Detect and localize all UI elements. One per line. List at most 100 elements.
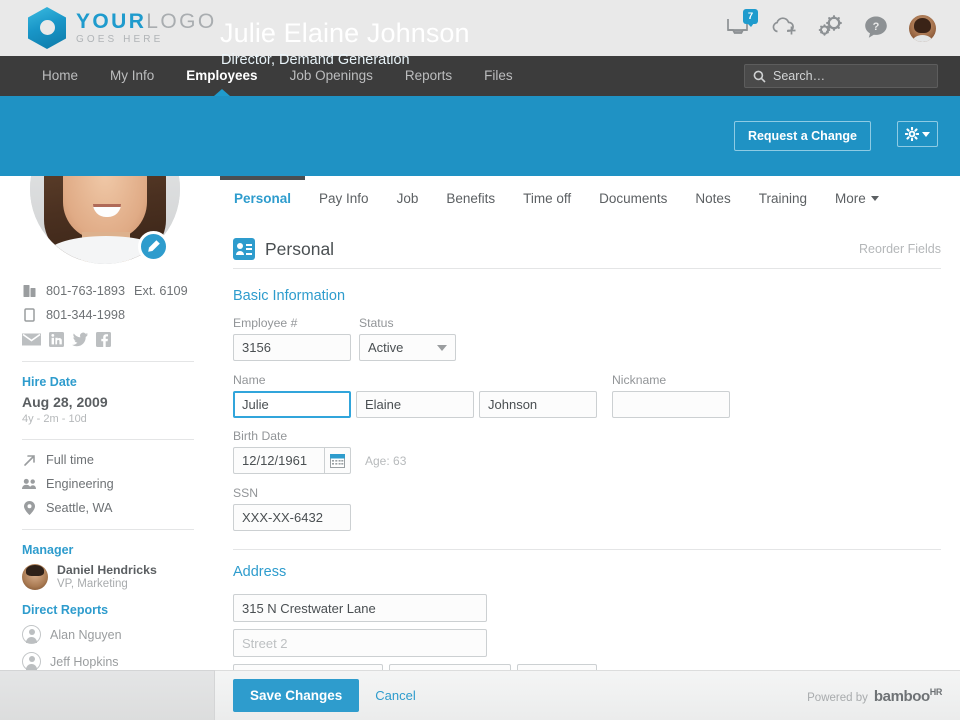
inbox-icon[interactable]: 7 (725, 15, 751, 41)
first-name-input[interactable] (233, 391, 351, 418)
mobile-phone-number: 801-344-1998 (46, 308, 125, 322)
birth-date-field: Birth Date Age: 63 (233, 429, 406, 474)
location-row: Seattle, WA (22, 501, 194, 515)
tab-benefits[interactable]: Benefits (432, 177, 509, 221)
middle-name-input[interactable] (356, 391, 474, 418)
department-row: Engineering (22, 477, 194, 491)
powered-by-label: Powered by (807, 692, 868, 704)
bamboohr-logo-name: bamboo (874, 688, 930, 705)
main-content: Personal Pay Info Job Benefits Time off … (215, 176, 960, 720)
search-placeholder: Search… (773, 69, 825, 83)
last-name-input[interactable] (479, 391, 597, 418)
map-pin-icon (22, 501, 37, 515)
direct-report-name: Alan Nguyen (50, 628, 122, 642)
work-phone-row: 801-763-1893 Ext. 6109 (22, 284, 194, 298)
save-changes-button[interactable]: Save Changes (233, 679, 359, 712)
top-bar-icons: 7 (725, 15, 936, 42)
logo-tagline: GOES HERE (76, 35, 217, 45)
birth-date-input[interactable] (233, 447, 325, 474)
gears-icon[interactable] (817, 15, 843, 41)
work-phone-number: 801-763-1893 (46, 284, 125, 298)
divider (22, 439, 194, 440)
tab-time-off[interactable]: Time off (509, 177, 585, 221)
logo-text: YOURLOGO GOES HERE (76, 11, 217, 45)
linkedin-icon[interactable] (49, 332, 64, 347)
direct-report-name: Jeff Hopkins (50, 655, 119, 669)
direct-report-item[interactable]: Alan Nguyen (22, 625, 194, 644)
status-select[interactable]: Active (359, 334, 456, 361)
direct-report-item[interactable]: Jeff Hopkins (22, 652, 194, 671)
tab-more[interactable]: More (821, 177, 893, 221)
direct-reports-label: Direct Reports (22, 603, 194, 617)
ssn-field: SSN (233, 486, 351, 531)
hire-date-label: Hire Date (22, 375, 194, 389)
name-label: Name (233, 373, 597, 387)
location-value: Seattle, WA (46, 501, 113, 515)
cloud-upload-icon[interactable] (771, 15, 797, 41)
save-bar: Save Changes Cancel Powered by bambooHR (215, 670, 960, 720)
status-value: Active (368, 340, 403, 355)
tab-training[interactable]: Training (745, 177, 821, 221)
ssn-label: SSN (233, 486, 351, 500)
nav-item-my-info[interactable]: My Info (94, 56, 170, 96)
status-label: Status (359, 316, 456, 330)
facebook-icon[interactable] (96, 332, 111, 347)
request-a-change-button[interactable]: Request a Change (734, 121, 871, 151)
tab-notes[interactable]: Notes (681, 177, 744, 221)
twitter-icon[interactable] (72, 332, 88, 347)
person-icon (22, 625, 41, 644)
manager-label: Manager (22, 543, 194, 557)
card-title: Personal (265, 239, 334, 260)
employee-number-label: Employee # (233, 316, 351, 330)
bamboohr-logo-suffix: HR (930, 687, 942, 697)
edit-photo-button[interactable] (138, 231, 169, 262)
nav-item-files[interactable]: Files (468, 56, 529, 96)
birth-date-label: Birth Date (233, 429, 406, 443)
chevron-down-icon (871, 196, 879, 201)
employee-number-input[interactable] (233, 334, 351, 361)
divider (233, 268, 941, 269)
company-logo[interactable]: YOURLOGO GOES HERE (28, 7, 217, 49)
manager-avatar (22, 564, 48, 590)
employment-type-value: Full time (46, 453, 94, 467)
arrow-up-right-icon (22, 454, 37, 467)
social-links (22, 332, 194, 347)
manager-role: VP, Marketing (57, 578, 157, 590)
tab-job[interactable]: Job (383, 177, 433, 221)
contact-card-icon (233, 238, 255, 260)
help-icon[interactable]: ? (863, 15, 889, 41)
logo-text-bold: YOUR (76, 10, 146, 33)
nav-item-home[interactable]: Home (26, 56, 94, 96)
street2-input[interactable] (233, 629, 487, 657)
sidebar-details: 801-763-1893 Ext. 6109 801-344-1998 (22, 284, 194, 671)
calendar-icon (330, 454, 345, 468)
employee-number-field: Employee # (233, 316, 351, 361)
street1-input[interactable] (233, 594, 487, 622)
tab-more-label: More (835, 191, 866, 206)
email-icon[interactable] (22, 332, 41, 347)
settings-dropdown-button[interactable] (897, 121, 938, 147)
manager-name: Daniel Hendricks (57, 563, 157, 578)
cancel-link[interactable]: Cancel (375, 688, 415, 703)
user-avatar[interactable] (909, 15, 936, 42)
nickname-input[interactable] (612, 391, 730, 418)
gear-icon (905, 127, 919, 141)
divider (233, 549, 941, 550)
calendar-picker-button[interactable] (325, 447, 351, 474)
employee-tabs: Personal Pay Info Job Benefits Time off … (215, 176, 960, 221)
mobile-phone-icon (22, 308, 37, 322)
nickname-label: Nickname (612, 373, 730, 387)
reorder-fields-link[interactable]: Reorder Fields (859, 242, 941, 256)
search-icon (753, 70, 766, 83)
status-field: Status Active (359, 316, 456, 361)
tab-documents[interactable]: Documents (585, 177, 681, 221)
address-heading: Address (233, 564, 286, 580)
search-input[interactable]: Search… (744, 64, 938, 88)
chevron-down-icon (437, 345, 447, 351)
tab-pay-info[interactable]: Pay Info (305, 177, 383, 221)
manager-row[interactable]: Daniel Hendricks VP, Marketing (22, 563, 194, 590)
tab-personal[interactable]: Personal (220, 177, 305, 221)
ssn-input[interactable] (233, 504, 351, 531)
powered-by: Powered by bambooHR (807, 687, 942, 705)
basic-information-heading: Basic Information (233, 288, 345, 304)
